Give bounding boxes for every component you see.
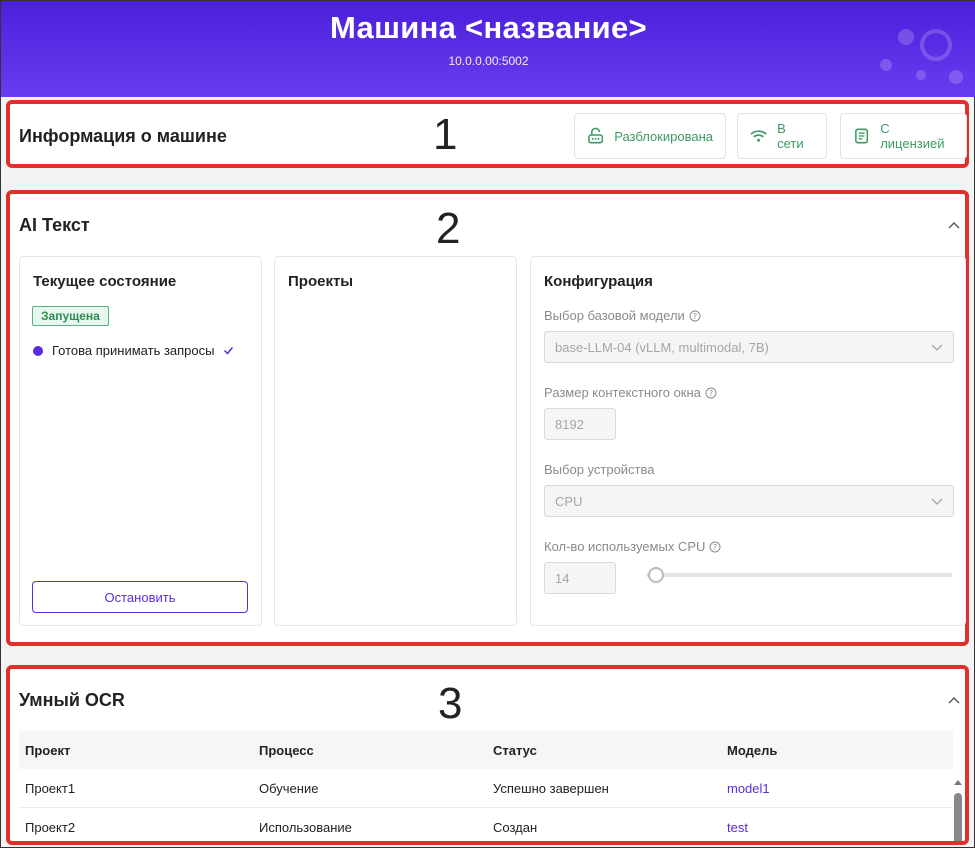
current-state-title: Текущее состояние [33, 273, 177, 290]
online-badge[interactable]: В сети [737, 113, 827, 159]
ocr-projects-table: Проект Процесс Статус Модель Проект1 Обу… [19, 731, 953, 841]
status-dot-icon [33, 345, 43, 356]
smart-ocr-title: Умный OCR [19, 690, 125, 710]
cell-model-link[interactable]: model1 [721, 781, 953, 796]
current-state-card: Текущее состояние Запущена Готова приним… [19, 256, 262, 626]
svg-text:?: ? [709, 389, 713, 398]
configuration-title: Конфигурация [544, 273, 653, 290]
chevron-up-icon[interactable] [947, 693, 961, 707]
check-icon [224, 347, 234, 355]
cpu-count-label-text: Кол-во используемых CPU [544, 539, 706, 554]
column-header-project[interactable]: Проект [19, 743, 253, 758]
machine-info-section: Информация о машине 1 Разблокирована В с… [6, 100, 969, 168]
ready-status-text: Готова принимать запросы [52, 343, 215, 358]
license-icon [855, 128, 869, 144]
device-value: CPU [555, 493, 583, 509]
column-header-process[interactable]: Процесс [253, 743, 487, 758]
device-label: Выбор устройства [544, 462, 655, 477]
cell-process: Обучение [259, 780, 319, 796]
cell-project: Проект1 [25, 780, 76, 796]
online-label: В сети [777, 121, 804, 151]
chevron-up-icon[interactable] [947, 218, 961, 232]
base-model-value: base-LLM-04 (vLLM, multimodal, 7B) [555, 339, 769, 355]
marker-3: 3 [438, 679, 463, 728]
cell-model-link[interactable]: test [721, 820, 953, 835]
cell-status: Успешно завершен [493, 780, 609, 796]
help-icon[interactable]: ? [709, 541, 721, 553]
table-header-row: Проект Процесс Статус Модель [19, 731, 953, 769]
context-window-label: Размер контекстного окна ? [544, 385, 717, 400]
decorative-pattern-icon [880, 29, 963, 84]
licensed-badge[interactable]: С лицензией [840, 113, 967, 159]
svg-text:?: ? [713, 543, 717, 552]
context-window-input[interactable]: 8192 [544, 408, 616, 440]
wifi-icon [750, 130, 767, 142]
machine-info-title: Информация о машине [19, 126, 227, 146]
ready-status-row: Готова принимать запросы [33, 343, 234, 358]
configuration-card: Конфигурация Выбор базовой модели ? base… [530, 256, 966, 626]
chevron-down-icon [931, 344, 943, 351]
marker-2: 2 [436, 204, 461, 253]
table-row[interactable]: Проект1 Обучение Успешно завершен model1 [19, 769, 953, 808]
base-model-select[interactable]: base-LLM-04 (vLLM, multimodal, 7B) [544, 331, 954, 363]
svg-text:?: ? [693, 312, 697, 321]
column-header-model[interactable]: Модель [721, 743, 953, 758]
unlocked-badge[interactable]: Разблокирована [574, 113, 726, 159]
cell-status: Создан [493, 819, 538, 835]
projects-title: Проекты [288, 273, 354, 290]
table-scrollbar[interactable] [953, 775, 963, 841]
page-title: Машина <название> [330, 10, 647, 45]
scroll-up-arrow-icon[interactable] [953, 778, 963, 788]
base-model-label: Выбор базовой модели ? [544, 308, 701, 323]
licensed-label: С лицензией [880, 121, 945, 151]
unlocked-label: Разблокирована [614, 128, 713, 144]
help-icon[interactable]: ? [689, 310, 701, 322]
chevron-down-icon [931, 498, 943, 505]
smart-ocr-section: Умный OCR 3 Проект Процесс Статус Модель… [6, 665, 969, 845]
cpu-count-slider-handle[interactable] [648, 567, 664, 583]
help-icon[interactable]: ? [705, 387, 717, 399]
column-header-status[interactable]: Статус [487, 743, 721, 758]
scroll-thumb[interactable] [954, 793, 962, 841]
projects-card: Проекты [274, 256, 517, 626]
cpu-count-slider-track[interactable] [646, 573, 952, 577]
ai-text-title: AI Текст [19, 215, 90, 235]
base-model-label-text: Выбор базовой модели [544, 308, 685, 323]
table-row[interactable]: Проект2 Использование Создан test [19, 808, 953, 841]
cpu-count-input[interactable]: 14 [544, 562, 616, 594]
status-badge: Запущена [32, 306, 109, 326]
stop-button[interactable]: Остановить [32, 581, 248, 613]
machine-address: 10.0.0.00:5002 [448, 54, 529, 68]
cell-project: Проект2 [25, 819, 76, 835]
context-window-label-text: Размер контекстного окна [544, 385, 701, 400]
app-header: Машина <название> 10.0.0.00:5002 [1, 1, 975, 97]
cpu-count-label: Кол-во используемых CPU ? [544, 539, 721, 554]
marker-1: 1 [433, 110, 458, 159]
device-select[interactable]: CPU [544, 485, 954, 517]
unlock-icon [588, 127, 604, 144]
cell-process: Использование [259, 819, 352, 835]
ai-text-section: AI Текст 2 Текущее состояние Запущена Го… [6, 190, 969, 646]
